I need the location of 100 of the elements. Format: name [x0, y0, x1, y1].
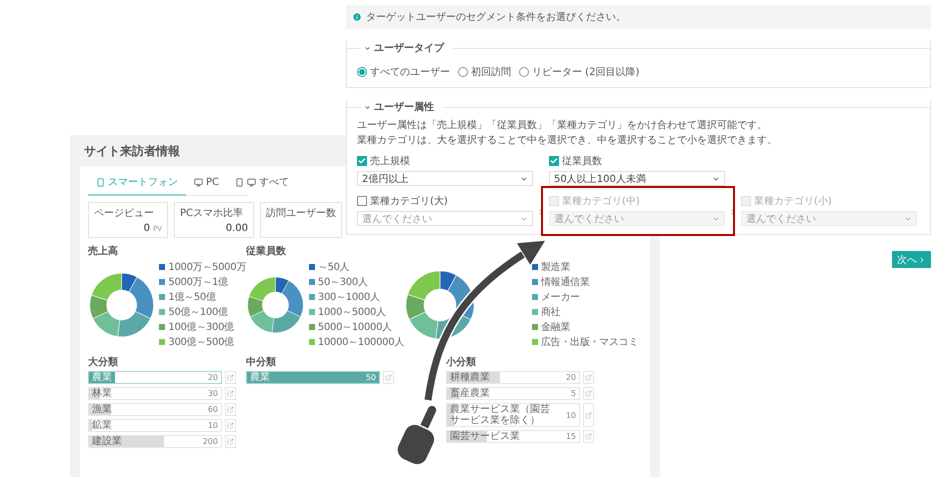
- legend-label: 10000～100000人: [318, 336, 404, 349]
- legend-label: 50～300人: [318, 276, 368, 289]
- checkbox-label: 売上規模: [370, 154, 410, 168]
- legend-label: メーカー: [541, 291, 580, 304]
- bar-track[interactable]: 園芸サービス業 15: [446, 430, 580, 443]
- stat-label: PCスマホ比率: [180, 206, 244, 220]
- radio-button[interactable]: [357, 67, 367, 77]
- bar-track[interactable]: 建設業 200: [88, 435, 222, 448]
- stat-value: 0.00: [226, 223, 248, 234]
- legend-label: 製造業: [541, 260, 570, 274]
- bar-value: 15: [566, 432, 576, 441]
- external-link-button[interactable]: [583, 371, 594, 384]
- smartphone-icon: [235, 178, 244, 186]
- bar-value: 10: [566, 410, 576, 420]
- external-link-button[interactable]: [383, 371, 394, 384]
- fieldset-legend: ユーザー属性: [374, 100, 434, 114]
- select-field[interactable]: 選んでください: [357, 211, 533, 226]
- bar-value: 20: [566, 373, 576, 382]
- legend-label: 5000万～1億: [168, 276, 228, 289]
- section-title: 中分類: [246, 357, 276, 368]
- bar-track[interactable]: 漁業 60: [88, 403, 222, 416]
- next-button[interactable]: 次へ: [892, 251, 931, 268]
- section-title: 小分類: [446, 357, 476, 368]
- external-link-icon: [227, 422, 234, 429]
- fieldset-legend: ユーザータイプ: [374, 41, 444, 55]
- checkbox-label: 業種カテゴリ(大): [370, 194, 448, 208]
- radio-button[interactable]: [458, 67, 468, 77]
- legend-label: ～50人: [318, 261, 350, 274]
- radio-button[interactable]: [519, 67, 529, 77]
- external-link-icon: [227, 406, 234, 413]
- bar-track[interactable]: 鉱業 10: [88, 419, 222, 432]
- bar-label: 漁業: [91, 404, 113, 415]
- bar-track[interactable]: 畜産農業 5: [446, 387, 580, 400]
- bar-track[interactable]: 農業 50: [246, 371, 380, 384]
- external-link-icon: [585, 374, 592, 381]
- external-link-button[interactable]: [225, 435, 236, 448]
- chart-title: 従業員数: [246, 246, 286, 257]
- device-tab[interactable]: PC: [186, 172, 228, 196]
- bar-label: 園芸サービス業: [449, 431, 521, 442]
- bar-value: 30: [208, 389, 218, 398]
- bar-value: 5: [570, 389, 576, 398]
- bar-value: 50: [366, 373, 376, 382]
- bar-label: 建設業: [91, 436, 123, 447]
- external-link-icon: [227, 374, 234, 381]
- stat-value: 0: [144, 223, 150, 234]
- stat-label: 訪問ユーザー数: [266, 206, 336, 220]
- external-link-icon: [227, 390, 234, 397]
- external-link-icon: [585, 433, 592, 440]
- bar-track[interactable]: 林業 30: [88, 387, 222, 400]
- external-link-button[interactable]: [225, 387, 236, 400]
- external-link-icon: [585, 412, 592, 418]
- bar-label: 農業: [89, 372, 115, 383]
- chart-title: 売上高: [88, 246, 118, 257]
- notice-text: ターゲットユーザーのセグメント条件をお選びください。: [366, 11, 626, 24]
- smartphone-icon: [96, 178, 105, 186]
- external-link-icon: [227, 438, 234, 445]
- checkbox[interactable]: [357, 196, 367, 206]
- select-field[interactable]: 50人以上100人未満: [549, 171, 725, 186]
- stat-label: ページビュー: [94, 207, 155, 220]
- bar-label: 鉱業: [91, 420, 113, 431]
- monitor-icon: [194, 178, 203, 186]
- checkbox-label: 従業員数: [562, 154, 602, 168]
- device-tab[interactable]: スマートフォン: [88, 172, 186, 196]
- description-text: 業種カテゴリは、大を選択することで中を選択でき、中を選択することで小を選択できます。: [357, 134, 778, 148]
- external-link-icon: [385, 374, 392, 381]
- chevron-down-icon: [364, 104, 371, 110]
- bar-track[interactable]: 耕種農業 20: [446, 371, 580, 384]
- legend-label: 1億～50億: [168, 290, 216, 304]
- legend-label: 100億～300億: [168, 320, 234, 334]
- legend-label: 広告・出版・マスコミ: [541, 336, 638, 349]
- legend-label: 金融業: [541, 320, 570, 334]
- bar-label: 耕種農業: [449, 372, 491, 383]
- external-link-button[interactable]: [225, 419, 236, 432]
- select-field[interactable]: 2億円以上: [357, 171, 533, 186]
- external-link-button[interactable]: [583, 387, 594, 400]
- legend-label: 1000万～5000万: [168, 261, 246, 274]
- checkbox-label: 業種カテゴリ(小): [754, 194, 832, 208]
- device-tab[interactable]: すべて: [227, 172, 298, 196]
- section-title: 大分類: [88, 357, 118, 368]
- external-link-button[interactable]: [225, 403, 236, 416]
- checkbox[interactable]: [549, 156, 559, 166]
- checkbox-label: 業種カテゴリ(中): [562, 194, 640, 208]
- legend-label: 50億～100億: [168, 306, 228, 319]
- legend-label: 300億～500億: [168, 336, 234, 349]
- legend-label: 商社: [541, 306, 560, 319]
- external-link-button[interactable]: [225, 371, 236, 384]
- external-link-icon: [585, 390, 592, 397]
- chevron-down-icon: [364, 44, 371, 52]
- external-link-button[interactable]: [583, 430, 594, 443]
- bar-value: 200: [202, 437, 218, 446]
- bar-track[interactable]: 農業サービス業（園芸サービス業を除く） 10: [446, 403, 580, 427]
- bar-track[interactable]: 農業 20: [88, 371, 222, 384]
- legend-label: 5000～10000人: [318, 321, 392, 334]
- external-link-button[interactable]: [583, 403, 594, 427]
- radio-label: すべてのユーザー: [370, 66, 450, 79]
- bar-value: 20: [208, 373, 218, 382]
- radio-label: 初回訪問: [471, 66, 511, 79]
- checkbox[interactable]: [357, 156, 367, 166]
- legend-label: 1000～5000人: [318, 306, 386, 319]
- description-text: ユーザー属性は「売上規模」「従業員数」「業種カテゴリ」をかけ合わせて選択可能です。: [357, 118, 768, 133]
